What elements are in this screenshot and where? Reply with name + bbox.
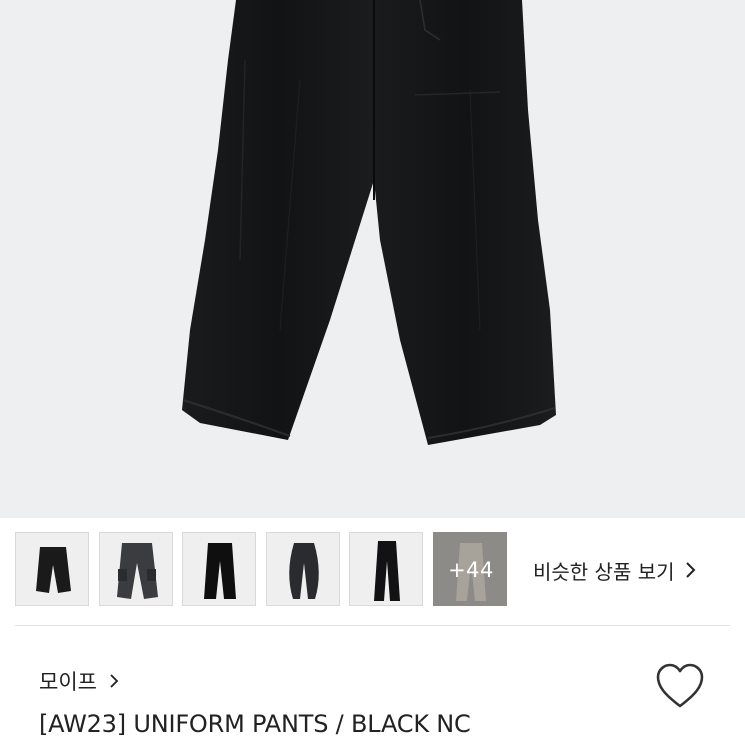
product-main-image[interactable] bbox=[0, 0, 745, 518]
thumbnail-1[interactable] bbox=[15, 532, 89, 606]
thumbnail-2[interactable] bbox=[99, 532, 173, 606]
shop-name: 모이프 bbox=[39, 670, 97, 694]
slim-straight-pants-icon bbox=[374, 541, 400, 601]
chevron-right-icon bbox=[110, 674, 119, 688]
heart-icon bbox=[656, 663, 704, 708]
shop-link[interactable]: 모이프 bbox=[39, 666, 119, 696]
more-count-label: +44 bbox=[448, 558, 494, 582]
wishlist-button[interactable] bbox=[654, 662, 706, 710]
cargo-pants-icon bbox=[117, 543, 158, 599]
similar-products-link[interactable]: 비슷한 상품 보기 bbox=[533, 556, 697, 584]
straight-pants-icon bbox=[204, 543, 236, 599]
thumbnail-3[interactable] bbox=[182, 532, 256, 606]
divider bbox=[15, 625, 730, 626]
pants-image bbox=[182, 0, 556, 445]
chevron-right-icon bbox=[685, 562, 695, 578]
product-title: [AW23] UNIFORM PANTS / BLACK NC bbox=[39, 710, 471, 738]
thumbnail-4[interactable] bbox=[266, 532, 340, 606]
thumbnail-5[interactable] bbox=[349, 532, 423, 606]
cropped-wide-pants-icon bbox=[36, 547, 71, 593]
thumbnail-more[interactable]: +44 bbox=[433, 532, 507, 606]
similar-products-label: 비슷한 상품 보기 bbox=[533, 559, 675, 584]
balloon-pants-icon bbox=[289, 543, 319, 599]
